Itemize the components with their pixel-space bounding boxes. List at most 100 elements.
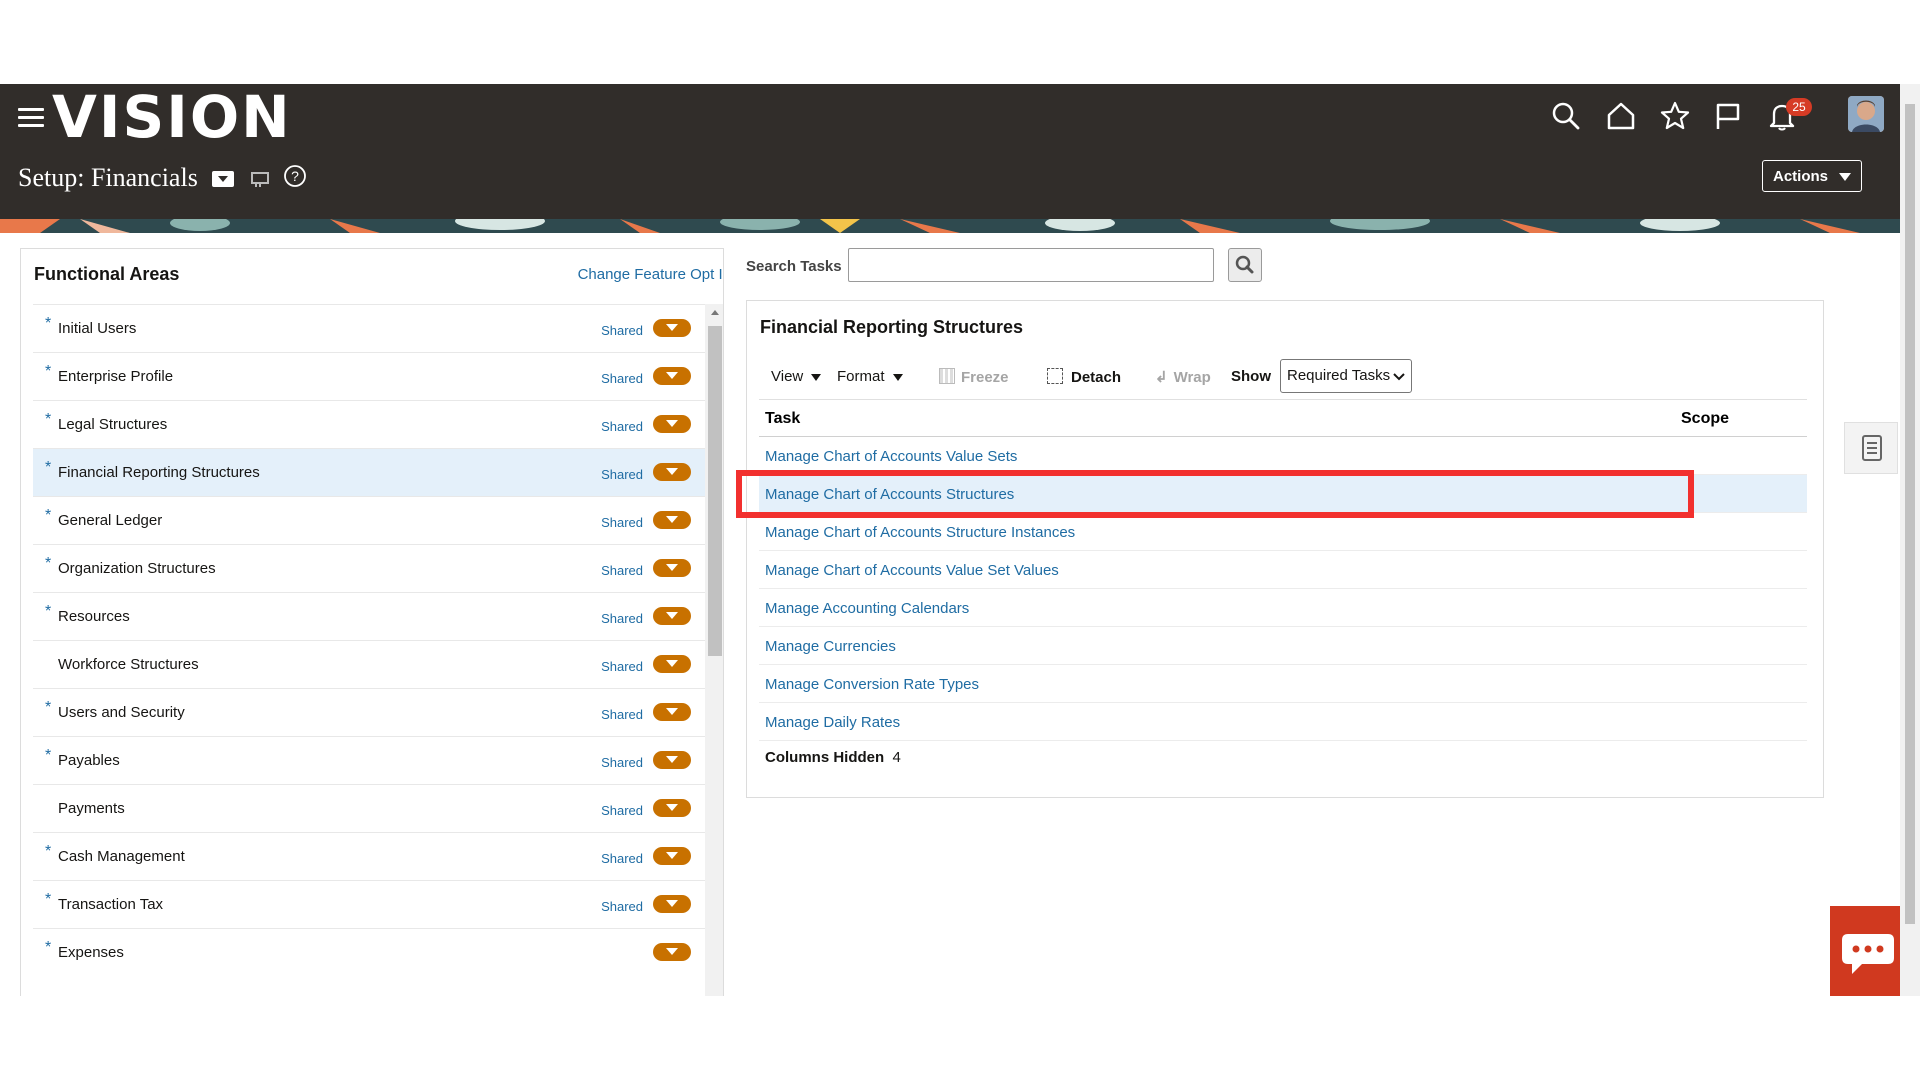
task-row[interactable]: Manage Chart of Accounts Value Set Value… (759, 551, 1807, 589)
functional-area-label[interactable]: Expenses (58, 944, 124, 961)
functional-areas-title: Functional Areas (34, 264, 180, 284)
home-icon[interactable] (1605, 100, 1637, 132)
required-asterisk-icon: * (45, 459, 52, 476)
functional-area-label[interactable]: Initial Users (58, 320, 136, 337)
functional-area-row[interactable]: Payments Shared (33, 784, 705, 832)
task-column-header[interactable]: Task (765, 410, 800, 428)
functional-area-row[interactable]: * Users and Security Shared (33, 688, 705, 736)
page-scrollbar-thumb[interactable] (1905, 104, 1915, 924)
functional-area-menu-button[interactable] (653, 799, 691, 817)
functional-area-label[interactable]: Payments (58, 800, 125, 817)
functional-area-menu-button[interactable] (653, 847, 691, 865)
functional-area-row[interactable]: * Organization Structures Shared (33, 544, 705, 592)
highlight-box (736, 470, 1694, 518)
functional-area-menu-button[interactable] (653, 655, 691, 673)
task-link[interactable]: Manage Chart of Accounts Structure Insta… (765, 524, 1075, 541)
functional-areas-panel: Functional Areas Change Feature Opt In *… (20, 248, 724, 996)
page-title-text: Setup: Financials (18, 163, 198, 192)
functional-area-label[interactable]: Financial Reporting Structures (58, 464, 260, 481)
functional-area-row[interactable]: * Transaction Tax Shared (33, 880, 705, 928)
shared-status: Shared (601, 803, 643, 818)
functional-area-label[interactable]: Workforce Structures (58, 656, 199, 673)
task-row[interactable]: Manage Chart of Accounts Structure Insta… (759, 513, 1807, 551)
search-icon[interactable] (1550, 100, 1582, 132)
task-link[interactable]: Manage Conversion Rate Types (765, 676, 979, 693)
help-icon[interactable]: ? (283, 164, 307, 196)
functional-area-label[interactable]: Legal Structures (58, 416, 167, 433)
shared-status: Shared (601, 563, 643, 578)
scroll-up-icon[interactable] (711, 310, 719, 315)
task-row[interactable]: Manage Conversion Rate Types (759, 665, 1807, 703)
functional-area-label[interactable]: Resources (58, 608, 130, 625)
functional-area-row[interactable]: * Legal Structures Shared (33, 400, 705, 448)
page-bottom-blank (0, 996, 1920, 1080)
functional-area-row[interactable]: * Financial Reporting Structures Shared (33, 448, 705, 496)
task-link[interactable]: Manage Chart of Accounts Value Sets (765, 448, 1017, 465)
task-row[interactable]: Manage Daily Rates (759, 703, 1807, 741)
functional-area-menu-button[interactable] (653, 703, 691, 721)
shared-status: Shared (601, 515, 643, 530)
search-tasks-button[interactable] (1228, 248, 1262, 282)
functional-area-row[interactable]: * Initial Users Shared (33, 304, 705, 352)
functional-areas-scrollbar-thumb[interactable] (708, 326, 722, 656)
hamburger-menu-icon[interactable] (18, 108, 44, 128)
functional-area-menu-button[interactable] (653, 319, 691, 337)
functional-area-row[interactable]: * General Ledger Shared (33, 496, 705, 544)
functional-area-label[interactable]: Transaction Tax (58, 896, 163, 913)
star-icon[interactable] (1659, 100, 1691, 132)
chat-assistant-button[interactable] (1830, 906, 1900, 996)
functional-area-menu-button[interactable] (653, 463, 691, 481)
detach-icon (1047, 368, 1063, 384)
freeze-button[interactable]: Freeze (939, 368, 1009, 386)
functional-area-label[interactable]: Enterprise Profile (58, 368, 173, 385)
required-asterisk-icon: * (45, 843, 52, 860)
flag-icon[interactable] (1712, 100, 1744, 132)
functional-area-label[interactable]: Payables (58, 752, 120, 769)
functional-area-row[interactable]: * Expenses (33, 928, 705, 976)
scope-column-header[interactable]: Scope (1681, 410, 1729, 428)
shared-status: Shared (601, 659, 643, 674)
page-scrollbar[interactable] (1900, 84, 1920, 996)
functional-area-row[interactable]: * Cash Management Shared (33, 832, 705, 880)
detach-button[interactable]: Detach (1047, 368, 1121, 386)
functional-area-label[interactable]: Organization Structures (58, 560, 216, 577)
functional-area-menu-button[interactable] (653, 559, 691, 577)
format-menu[interactable]: Format (837, 368, 903, 385)
functional-area-label[interactable]: Users and Security (58, 704, 185, 721)
task-link[interactable]: Manage Currencies (765, 638, 896, 655)
task-link[interactable]: Manage Chart of Accounts Value Set Value… (765, 562, 1059, 579)
functional-area-row[interactable]: * Resources Shared (33, 592, 705, 640)
functional-area-menu-button[interactable] (653, 751, 691, 769)
vision-logo[interactable]: VISION (52, 82, 292, 152)
chevron-down-icon (1393, 373, 1405, 381)
functional-area-label[interactable]: Cash Management (58, 848, 185, 865)
functional-area-menu-button[interactable] (653, 895, 691, 913)
tasklist-icon[interactable] (250, 164, 271, 196)
functional-area-row[interactable]: * Enterprise Profile Shared (33, 352, 705, 400)
required-asterisk-icon: * (45, 507, 52, 524)
user-avatar[interactable] (1848, 96, 1884, 132)
functional-area-menu-button[interactable] (653, 367, 691, 385)
actions-menu-button[interactable]: Actions (1762, 160, 1862, 192)
side-panel-toggle[interactable] (1844, 422, 1898, 474)
view-menu[interactable]: View (771, 368, 822, 385)
title-dropdown-icon[interactable] (212, 164, 235, 196)
search-tasks-input[interactable] (848, 248, 1214, 282)
task-row[interactable]: Manage Accounting Calendars (759, 589, 1807, 627)
notification-badge: 25 (1786, 98, 1812, 116)
chat-icon (1842, 934, 1894, 974)
wrap-button[interactable]: ↲ Wrap (1155, 368, 1211, 386)
task-link[interactable]: Manage Daily Rates (765, 714, 900, 731)
functional-areas-scrollbar[interactable] (705, 304, 723, 996)
functional-area-menu-button[interactable] (653, 511, 691, 529)
functional-area-menu-button[interactable] (653, 943, 691, 961)
task-link[interactable]: Manage Accounting Calendars (765, 600, 969, 617)
functional-area-menu-button[interactable] (653, 607, 691, 625)
functional-area-menu-button[interactable] (653, 415, 691, 433)
functional-area-row[interactable]: * Payables Shared (33, 736, 705, 784)
functional-area-row[interactable]: Workforce Structures Shared (33, 640, 705, 688)
change-feature-opt-in-link[interactable]: Change Feature Opt In (578, 266, 723, 283)
functional-area-label[interactable]: General Ledger (58, 512, 162, 529)
task-row[interactable]: Manage Currencies (759, 627, 1807, 665)
show-select[interactable]: Required Tasks (1280, 359, 1412, 393)
